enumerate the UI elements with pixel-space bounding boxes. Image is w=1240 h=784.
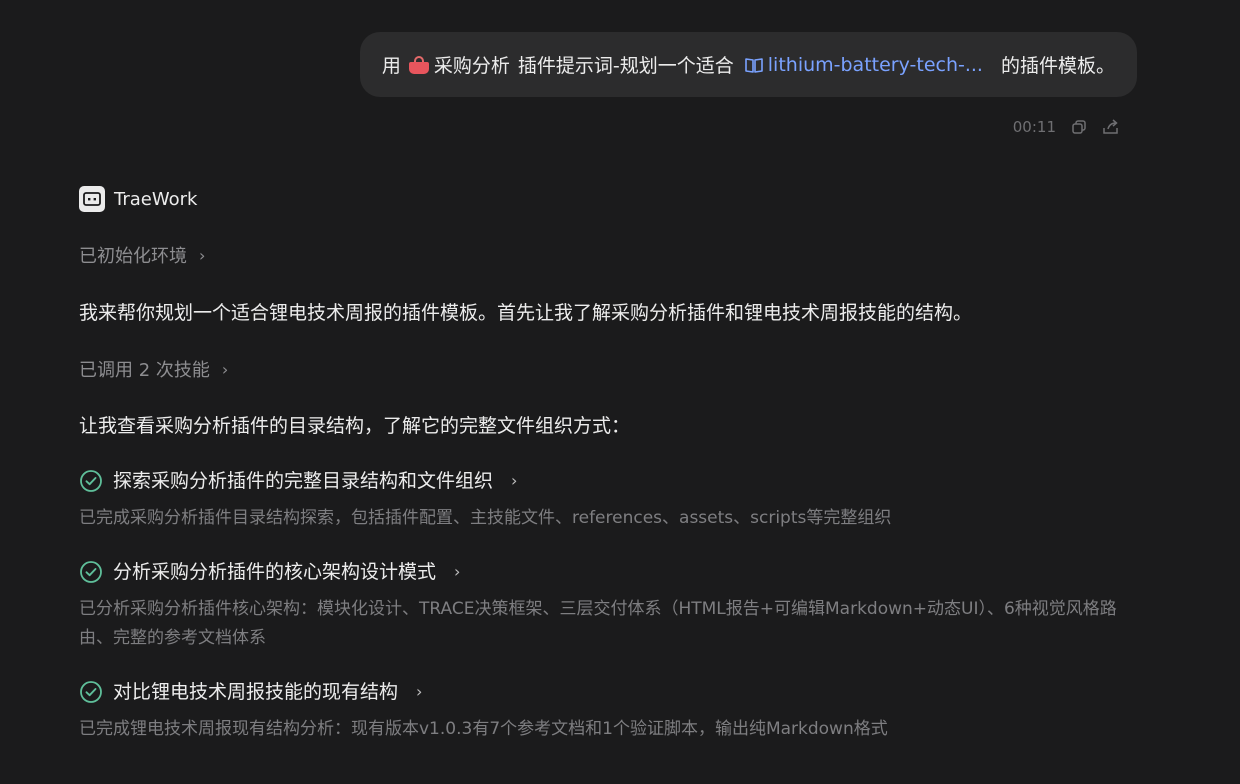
skill-status-toggle[interactable]: 已调用 2 次技能 › <box>79 356 1119 382</box>
skill-mention-link[interactable]: lithium-battery-tech-... <box>744 54 983 76</box>
task-title-toggle[interactable]: 分析采购分析插件的核心架构设计模式 › <box>79 559 1119 585</box>
chevron-right-icon: › <box>454 562 461 581</box>
assistant-lead: 让我查看采购分析插件的目录结构，了解它的完整文件组织方式： <box>79 415 631 437</box>
message-time: 00:11 <box>1012 118 1056 136</box>
assistant-message: TraeWork 已初始化环境 › 我来帮你规划一个适合锂电技术周报的插件模板。… <box>79 186 1119 744</box>
task-title-toggle[interactable]: 对比锂电技术周报技能的现有结构 › <box>79 679 1119 705</box>
copy-icon[interactable] <box>1070 118 1088 136</box>
task-title: 探索采购分析插件的完整目录结构和文件组织 <box>113 470 494 492</box>
message-meta: 00:11 <box>1013 118 1120 136</box>
chevron-right-icon: › <box>221 359 229 379</box>
task-item: 对比锂电技术周报技能的现有结构 › 已完成锂电技术周报现有结构分析：现有版本v1… <box>79 679 1119 744</box>
task-item: 探索采购分析插件的完整目录结构和文件组织 › 已完成采购分析插件目录结构探索，包… <box>79 468 1119 533</box>
check-circle-icon <box>79 469 103 493</box>
user-message-middle: 插件提示词-规划一个适合 <box>517 55 734 77</box>
user-message-bubble: 用 采购分析 插件提示词-规划一个适合 lithium-battery-tech… <box>359 32 1137 97</box>
init-status-label: 已初始化环境 <box>79 246 187 267</box>
book-icon <box>744 56 764 74</box>
plugin-mention-label: 采购分析 <box>433 55 510 77</box>
task-description: 已分析采购分析插件核心架构：模块化设计、TRACE决策框架、三层交付体系（HTM… <box>79 599 1117 648</box>
assistant-intro: 我来帮你规划一个适合锂电技术周报的插件模板。首先让我了解采购分析插件和锂电技术周… <box>79 302 973 324</box>
task-description: 已完成采购分析插件目录结构探索，包括插件配置、主技能文件、references、… <box>79 508 892 528</box>
share-icon[interactable] <box>1102 118 1120 136</box>
task-title: 对比锂电技术周报技能的现有结构 <box>113 681 399 703</box>
chevron-right-icon: › <box>416 682 423 701</box>
task-title: 分析采购分析插件的核心架构设计模式 <box>113 561 437 583</box>
chevron-right-icon: › <box>199 245 206 265</box>
traework-logo-icon <box>79 186 105 212</box>
chevron-right-icon: › <box>511 471 518 490</box>
init-status-toggle[interactable]: 已初始化环境 › <box>79 242 1119 268</box>
skill-status-label: 已调用 2 次技能 <box>79 360 210 381</box>
assistant-header: TraeWork <box>79 186 1119 212</box>
task-item: 分析采购分析插件的核心架构设计模式 › 已分析采购分析插件核心架构：模块化设计、… <box>79 559 1119 653</box>
plugin-mention[interactable]: 采购分析 <box>408 51 510 78</box>
check-circle-icon <box>79 680 103 704</box>
task-title-toggle[interactable]: 探索采购分析插件的完整目录结构和文件组织 › <box>79 468 1119 494</box>
skill-mention-label: lithium-battery-tech-... <box>767 53 983 76</box>
chat-view: 用 采购分析 插件提示词-规划一个适合 lithium-battery-tech… <box>0 0 1240 784</box>
user-message-prefix: 用 <box>381 55 401 77</box>
assistant-name: TraeWork <box>114 188 198 210</box>
task-description: 已完成锂电技术周报现有结构分析：现有版本v1.0.3有7个参考文档和1个验证脚本… <box>79 719 888 739</box>
user-message-suffix: 的插件模板。 <box>1000 55 1115 77</box>
basket-icon <box>408 55 429 74</box>
check-circle-icon <box>79 560 103 584</box>
